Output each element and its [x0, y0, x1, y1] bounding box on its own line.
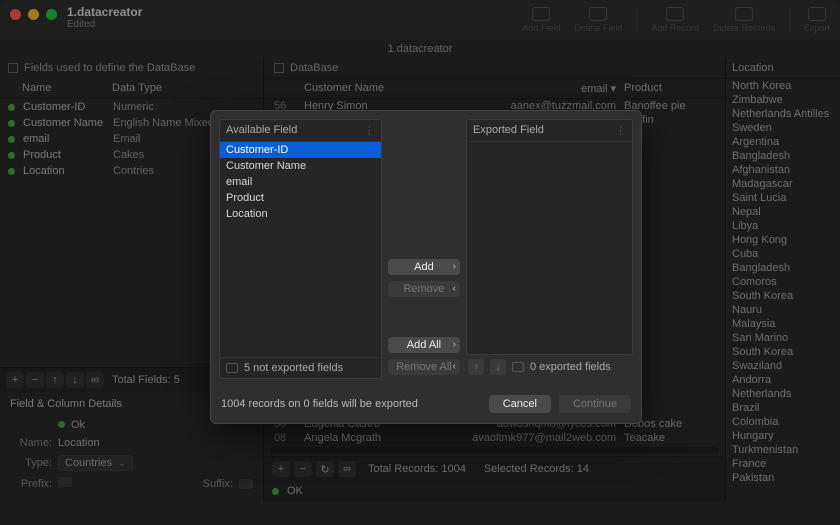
add-all-button[interactable]: Add All›: [388, 337, 460, 353]
available-field-item[interactable]: Customer-ID: [220, 142, 381, 158]
available-heading: Available Field: [226, 124, 297, 137]
cancel-button[interactable]: Cancel: [489, 395, 551, 413]
list-icon: [226, 363, 238, 373]
add-button[interactable]: Add›: [388, 259, 460, 275]
available-field-item[interactable]: Customer Name: [220, 158, 381, 174]
export-info: 1004 records on 0 fields will be exporte…: [221, 398, 481, 410]
remove-button[interactable]: Remove‹: [388, 281, 460, 297]
exported-heading: Exported Field: [473, 124, 544, 137]
continue-button[interactable]: Continue: [559, 395, 631, 413]
remove-all-button[interactable]: Remove All‹: [388, 359, 460, 375]
chevron-right-icon: ›: [453, 339, 456, 350]
exported-fields-list: Exported Field ⋮: [466, 119, 633, 355]
exported-footer: 0 exported fields: [530, 361, 611, 373]
chevron-right-icon: ›: [453, 261, 456, 272]
available-field-item[interactable]: Location: [220, 206, 381, 222]
available-field-item[interactable]: email: [220, 174, 381, 190]
available-field-item[interactable]: Product: [220, 190, 381, 206]
export-modal: Available Field ⋮ Customer-IDCustomer Nam…: [210, 110, 642, 424]
chevron-left-icon: ‹: [453, 361, 456, 372]
move-up-button[interactable]: ↑: [468, 359, 484, 375]
chevron-left-icon: ‹: [453, 283, 456, 294]
drag-handle-icon[interactable]: ⋮: [615, 124, 626, 137]
move-down-button[interactable]: ↓: [490, 359, 506, 375]
list-icon: [512, 362, 524, 372]
drag-handle-icon[interactable]: ⋮: [364, 124, 375, 137]
available-fields-list: Available Field ⋮ Customer-IDCustomer Nam…: [219, 119, 382, 379]
available-footer: 5 not exported fields: [244, 362, 343, 374]
